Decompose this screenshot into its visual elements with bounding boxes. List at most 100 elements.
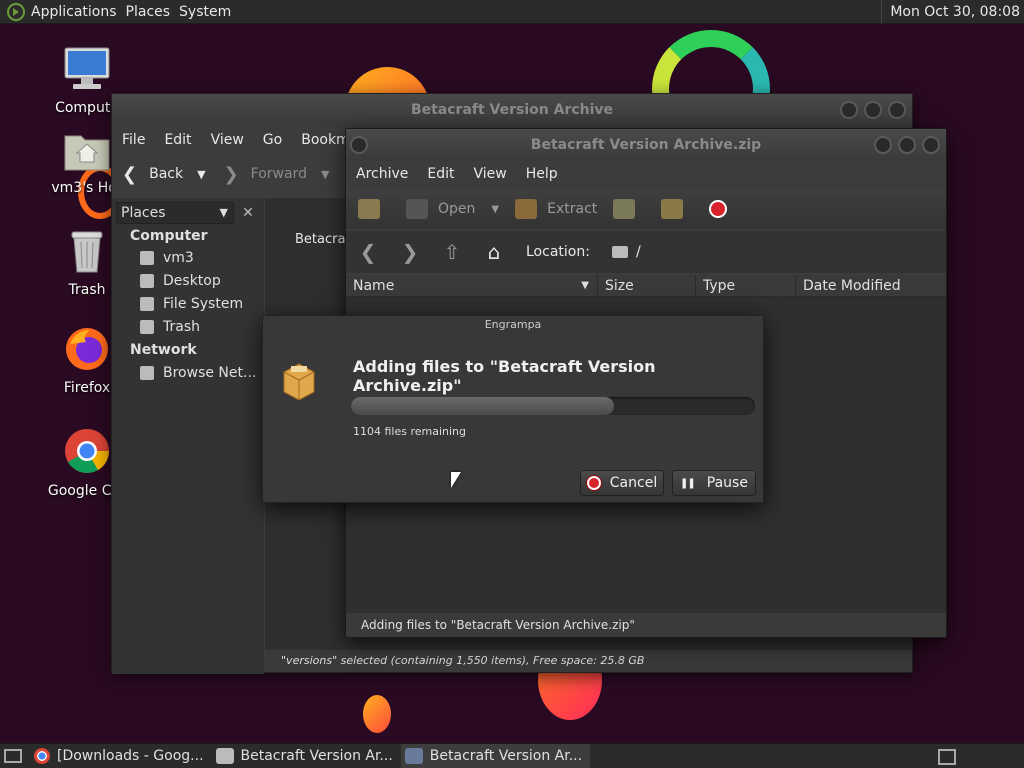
add-files-icon bbox=[613, 199, 636, 219]
open-label: Open bbox=[438, 201, 476, 217]
workspace-switcher-icon[interactable] bbox=[938, 749, 956, 765]
chrome-icon bbox=[34, 748, 50, 764]
path-button[interactable]: Betacraf bbox=[295, 232, 350, 247]
status-bar: "versions" selected (containing 1,550 it… bbox=[265, 650, 912, 672]
menu-view[interactable]: View bbox=[474, 166, 507, 182]
taskbar-item-active[interactable]: Betacraft Version Ar... bbox=[400, 744, 591, 768]
top-panel: Applications Places System Mon Oct 30, 0… bbox=[0, 0, 1024, 24]
bottom-taskbar: [Downloads - Goog... Betacraft Version A… bbox=[0, 743, 1024, 768]
panel-menu-applications[interactable]: Applications bbox=[31, 4, 126, 20]
menu-file[interactable]: File bbox=[122, 132, 145, 148]
cancel-button[interactable]: Cancel bbox=[580, 470, 664, 496]
menu-help[interactable]: Help bbox=[526, 166, 558, 182]
column-label: Name bbox=[353, 278, 395, 294]
sidebar-item-vm3[interactable]: vm3 bbox=[140, 250, 194, 266]
sidebar-item-label: vm3 bbox=[163, 250, 194, 266]
sidebar-item-file-system[interactable]: File System bbox=[140, 296, 243, 312]
column-date-modified[interactable]: Date Modified bbox=[796, 275, 946, 297]
show-desktop-icon[interactable] bbox=[4, 749, 22, 763]
back-button[interactable]: ❮ Back ▼ bbox=[122, 164, 206, 185]
window-menu-button[interactable] bbox=[350, 136, 368, 154]
sidebar-item-desktop[interactable]: Desktop bbox=[140, 273, 221, 289]
sidebar-item-label: Browse Net... bbox=[163, 365, 257, 381]
cancel-label: Cancel bbox=[609, 475, 658, 491]
home-icon[interactable]: ⌂ bbox=[484, 240, 504, 264]
sidebar: Places ▼ ✕ Computer vm3 Desktop File Sys… bbox=[112, 198, 264, 674]
location-path[interactable]: / bbox=[611, 244, 641, 260]
add-folder-button[interactable] bbox=[661, 199, 693, 219]
chevron-down-icon: ▼ bbox=[219, 206, 228, 219]
menu-view[interactable]: View bbox=[211, 132, 244, 148]
sidebar-item-trash[interactable]: Trash bbox=[140, 319, 200, 335]
close-button[interactable] bbox=[922, 136, 940, 154]
menu-archive[interactable]: Archive bbox=[356, 166, 408, 182]
column-name[interactable]: Name ▼ bbox=[346, 275, 598, 297]
minimize-button[interactable] bbox=[840, 101, 858, 119]
dialog-heading: Adding files to "Betacraft Version Archi… bbox=[353, 357, 656, 395]
sidebar-header-computer: Computer bbox=[130, 228, 208, 244]
window-title[interactable]: Betacraft Version Archive bbox=[112, 94, 912, 126]
up-arrow-icon[interactable]: ⇧ bbox=[442, 240, 462, 264]
new-archive-icon bbox=[358, 199, 380, 219]
panel-menu-system[interactable]: System bbox=[179, 4, 240, 20]
sidebar-item-browse-network[interactable]: Browse Net... bbox=[140, 365, 256, 381]
back-arrow-icon: ❮ bbox=[122, 163, 138, 185]
add-folder-icon bbox=[661, 199, 684, 219]
location-path-text: / bbox=[635, 244, 641, 260]
sidebar-item-label: Desktop bbox=[163, 273, 221, 289]
chevron-down-icon[interactable]: ▼ bbox=[321, 168, 329, 181]
menu-edit[interactable]: Edit bbox=[164, 132, 191, 148]
taskbar-item-label: [Downloads - Goog... bbox=[57, 748, 204, 764]
applications-logo-icon[interactable] bbox=[7, 2, 25, 21]
archive-icon bbox=[404, 748, 423, 764]
location-bar: ❮ ❯ ⇧ ⌂ Location: / bbox=[346, 231, 946, 273]
trash-icon bbox=[140, 320, 154, 334]
chrome-icon bbox=[65, 429, 109, 473]
taskbar-item[interactable]: Betacraft Version Ar... bbox=[212, 744, 401, 768]
toolbar: Open ▼ Extract bbox=[346, 189, 946, 229]
close-button[interactable] bbox=[888, 101, 906, 119]
maximize-button[interactable] bbox=[898, 136, 916, 154]
window-title[interactable]: Betacraft Version Archive.zip bbox=[346, 129, 946, 161]
location-label: Location: bbox=[526, 244, 590, 260]
taskbar-item-label: Betacraft Version Ar... bbox=[240, 748, 393, 764]
forward-button[interactable]: ❯ Forward ▼ bbox=[224, 164, 330, 185]
column-type[interactable]: Type bbox=[696, 275, 796, 297]
sidebar-item-label: File System bbox=[163, 296, 244, 312]
panel-menu-places[interactable]: Places bbox=[126, 4, 180, 20]
maximize-button[interactable] bbox=[864, 101, 882, 119]
pause-button[interactable]: ❚❚ Pause bbox=[672, 470, 756, 496]
home-folder-icon bbox=[64, 135, 110, 171]
sort-down-icon: ▼ bbox=[581, 280, 589, 291]
taskbar-item-label: Betacraft Version Ar... bbox=[429, 748, 583, 764]
taskbar-item[interactable]: [Downloads - Goog... bbox=[30, 744, 212, 768]
dialog-title[interactable]: Engrampa bbox=[263, 316, 763, 334]
places-dropdown[interactable]: Places ▼ bbox=[116, 202, 234, 224]
extract-icon bbox=[515, 199, 538, 219]
back-arrow-icon[interactable]: ❮ bbox=[358, 240, 378, 264]
extract-button[interactable]: Extract bbox=[515, 199, 597, 219]
open-button[interactable]: Open ▼ bbox=[406, 199, 499, 219]
menu-edit[interactable]: Edit bbox=[427, 166, 454, 182]
column-size[interactable]: Size bbox=[598, 275, 696, 297]
stop-button[interactable] bbox=[709, 200, 728, 218]
forward-arrow-icon: ❯ bbox=[223, 163, 239, 185]
panel-clock[interactable]: Mon Oct 30, 08:08 bbox=[881, 0, 1024, 24]
close-sidebar-icon[interactable]: ✕ bbox=[237, 202, 259, 224]
open-archive-icon bbox=[406, 199, 428, 219]
new-archive-button[interactable] bbox=[358, 199, 390, 219]
menu-go[interactable]: Go bbox=[263, 132, 282, 148]
sidebar-item-label: Trash bbox=[163, 319, 200, 335]
forward-arrow-icon[interactable]: ❯ bbox=[400, 240, 420, 264]
forward-label: Forward bbox=[250, 166, 307, 182]
back-label: Back bbox=[149, 166, 184, 182]
chevron-down-icon[interactable]: ▼ bbox=[197, 168, 205, 181]
add-files-button[interactable] bbox=[613, 199, 645, 219]
cancel-icon bbox=[586, 476, 601, 490]
minimize-button[interactable] bbox=[874, 136, 892, 154]
progress-bar bbox=[351, 397, 755, 415]
mouse-cursor-icon bbox=[451, 472, 461, 488]
chevron-down-icon[interactable]: ▼ bbox=[491, 204, 499, 215]
status-bar: Adding files to "Betacraft Version Archi… bbox=[346, 613, 946, 637]
network-icon bbox=[140, 366, 154, 380]
